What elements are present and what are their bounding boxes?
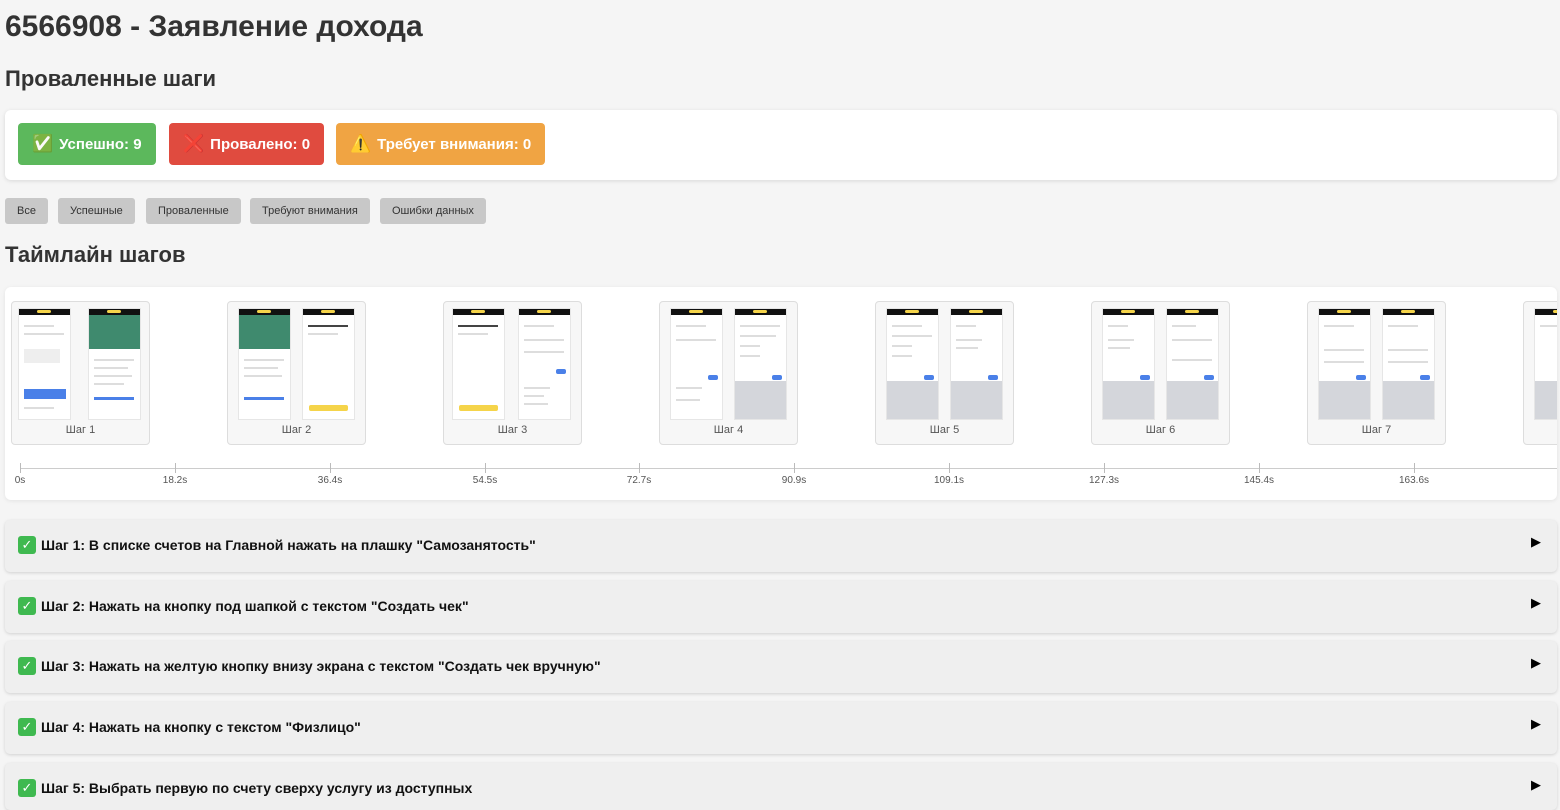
check-icon: ✓ xyxy=(18,718,36,736)
timeline-tick-label: 54.5s xyxy=(472,475,498,486)
screenshot-thumbnail xyxy=(1534,308,1557,420)
screenshot-thumbnail xyxy=(518,308,571,420)
screenshot-thumbnail xyxy=(950,308,1003,420)
attention-badge: ⚠️ Требует внимания: 0 xyxy=(336,123,546,165)
timeline-tick-label: 109.1s xyxy=(933,475,965,486)
filter-attention-button[interactable]: Требуют внимания xyxy=(250,198,370,224)
failed-steps-heading: Проваленные шаги xyxy=(5,66,217,91)
step-row-5[interactable]: ✓ Шаг 5: Выбрать первую по счету сверху у… xyxy=(5,763,1557,810)
step-title: Шаг 5: Выбрать первую по счету сверху ус… xyxy=(41,780,473,796)
failed-badge: ❌ Провалено: 0 xyxy=(169,123,325,165)
check-icon: ✓ xyxy=(18,657,36,675)
timeline-tick-label: 18.2s xyxy=(162,475,188,486)
timeline-card-2[interactable]: Шаг 2 xyxy=(227,301,366,445)
timeline-card-8[interactable] xyxy=(1523,301,1557,445)
success-badge: ✅ Успешно: 9 xyxy=(18,123,156,165)
screenshot-thumbnail xyxy=(670,308,723,420)
timeline-axis xyxy=(20,468,1557,469)
timeline-card-6[interactable]: Шаг 6 xyxy=(1091,301,1230,445)
screenshot-thumbnail xyxy=(452,308,505,420)
step-row-3[interactable]: ✓ Шаг 3: Нажать на желтую кнопку внизу эк… xyxy=(5,641,1557,693)
step-row-4[interactable]: ✓ Шаг 4: Нажать на кнопку с текстом "Физл… xyxy=(5,702,1557,754)
step-title: Шаг 1: В списке счетов на Главной нажать… xyxy=(41,537,536,553)
filter-failed-button[interactable]: Проваленные xyxy=(146,198,241,224)
expand-arrow-icon[interactable]: ▶ xyxy=(1531,716,1541,732)
timeline-panel[interactable]: Шаг 1 Шаг 2 Шаг 3 Шаг 4 Шаг 5 Шаг 6 Шаг … xyxy=(5,287,1557,500)
timeline-tick-label: 36.4s xyxy=(317,475,343,486)
screenshot-thumbnail xyxy=(88,308,141,420)
screenshot-thumbnail xyxy=(238,308,291,420)
timeline-card-label: Шаг 6 xyxy=(1145,424,1176,436)
cross-icon: ❌ xyxy=(183,134,205,153)
timeline-card-3[interactable]: Шаг 3 xyxy=(443,301,582,445)
step-row-2[interactable]: ✓ Шаг 2: Нажать на кнопку под шапкой с те… xyxy=(5,581,1557,633)
warning-icon: ⚠️ xyxy=(350,134,372,153)
check-icon: ✓ xyxy=(18,779,36,797)
step-title: Шаг 4: Нажать на кнопку с текстом "Физли… xyxy=(41,719,361,735)
step-row-1[interactable]: ✓ Шаг 1: В списке счетов на Главной нажат… xyxy=(5,520,1557,572)
timeline-card-5[interactable]: Шаг 5 xyxy=(875,301,1014,445)
check-icon: ✓ xyxy=(18,597,36,615)
screenshot-thumbnail xyxy=(302,308,355,420)
screenshot-thumbnail xyxy=(734,308,787,420)
timeline-tick-label: 0s xyxy=(14,475,26,486)
screenshot-thumbnail xyxy=(1102,308,1155,420)
timeline-card-label: Шаг 7 xyxy=(1361,424,1392,436)
screenshot-thumbnail xyxy=(1382,308,1435,420)
expand-arrow-icon[interactable]: ▶ xyxy=(1531,595,1541,611)
timeline-card-1[interactable]: Шаг 1 xyxy=(11,301,150,445)
timeline-card-label: Шаг 3 xyxy=(497,424,528,436)
failed-count: Провалено: 0 xyxy=(210,135,311,153)
screenshot-thumbnail xyxy=(1318,308,1371,420)
step-title: Шаг 2: Нажать на кнопку под шапкой с тек… xyxy=(41,598,469,614)
step-title: Шаг 3: Нажать на желтую кнопку внизу экр… xyxy=(41,658,601,674)
timeline-card-7[interactable]: Шаг 7 xyxy=(1307,301,1446,445)
expand-arrow-icon[interactable]: ▶ xyxy=(1531,777,1541,793)
success-count: Успешно: 9 xyxy=(59,135,142,153)
timeline-tick-label: 127.3s xyxy=(1088,475,1120,486)
timeline-card-label: Шаг 4 xyxy=(713,424,744,436)
expand-arrow-icon[interactable]: ▶ xyxy=(1531,655,1541,671)
timeline-card-label: Шаг 2 xyxy=(281,424,312,436)
screenshot-thumbnail xyxy=(1166,308,1219,420)
timeline-card-4[interactable]: Шаг 4 xyxy=(659,301,798,445)
check-icon: ✓ xyxy=(18,536,36,554)
filter-data-errors-button[interactable]: Ошибки данных xyxy=(380,198,486,224)
timeline-tick-label: 90.9s xyxy=(781,475,807,486)
timeline-card-label: Шаг 1 xyxy=(65,424,96,436)
expand-arrow-icon[interactable]: ▶ xyxy=(1531,534,1541,550)
summary-panel: ✅ Успешно: 9 ❌ Провалено: 0 ⚠️ Требует в… xyxy=(5,110,1557,180)
screenshot-thumbnail xyxy=(886,308,939,420)
timeline-card-label: Шаг 5 xyxy=(929,424,960,436)
timeline-tick-label: 163.6s xyxy=(1398,475,1430,486)
screenshot-thumbnail xyxy=(18,308,71,420)
filter-all-button[interactable]: Все xyxy=(5,198,48,224)
check-icon: ✅ xyxy=(32,134,54,153)
filter-success-button[interactable]: Успешные xyxy=(58,198,135,224)
attention-count: Требует внимания: 0 xyxy=(377,135,532,153)
timeline-tick-label: 72.7s xyxy=(626,475,652,486)
page-title: 6566908 - Заявление дохода xyxy=(5,10,423,43)
timeline-tick-label: 145.4s xyxy=(1243,475,1275,486)
timeline-heading: Таймлайн шагов xyxy=(5,242,186,267)
